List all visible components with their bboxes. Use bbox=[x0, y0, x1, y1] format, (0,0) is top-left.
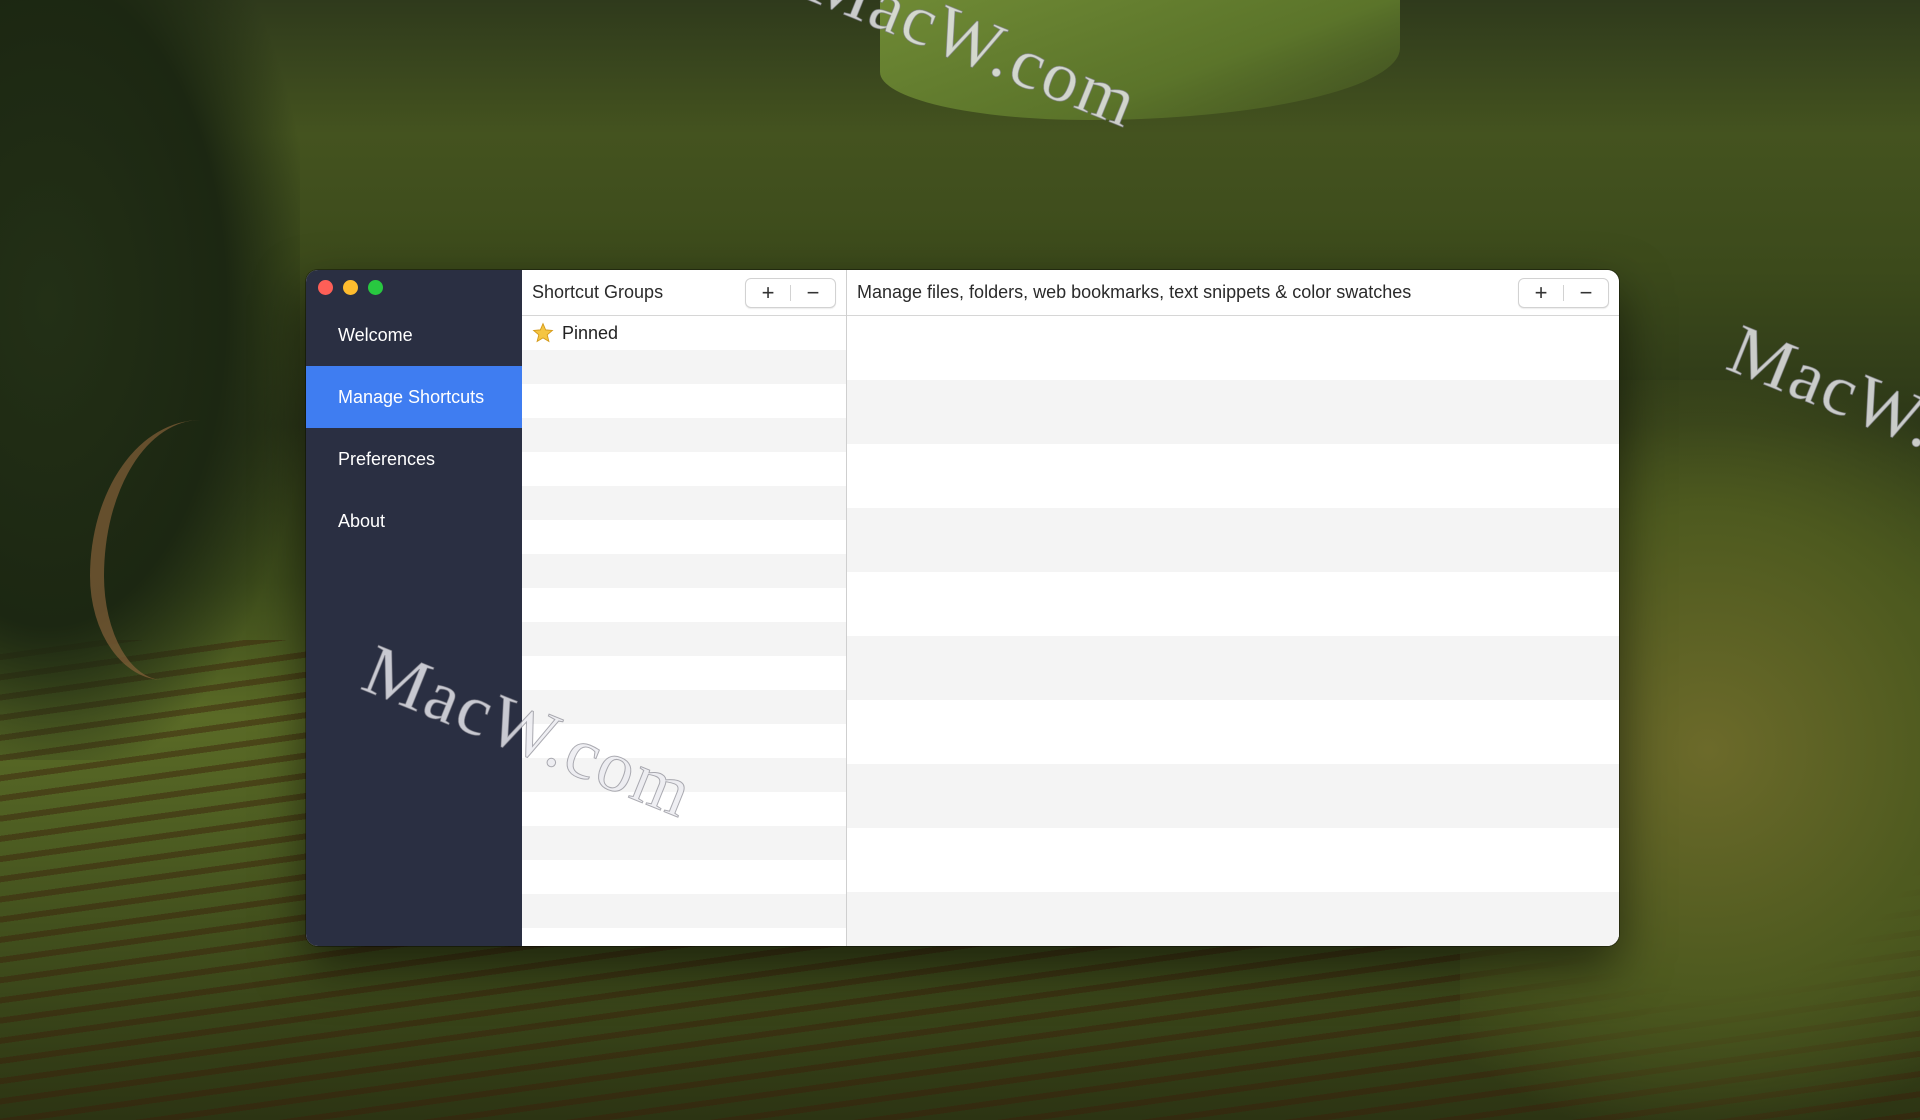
sidebar-item-welcome[interactable]: Welcome bbox=[306, 304, 522, 366]
sidebar-item-preferences[interactable]: Preferences bbox=[306, 428, 522, 490]
shortcuts-pane: Manage files, folders, web bookmarks, te… bbox=[847, 270, 1619, 946]
list-item bbox=[522, 656, 846, 690]
list-item bbox=[522, 826, 846, 860]
groups-button-pair: + − bbox=[745, 277, 836, 308]
star-icon bbox=[532, 322, 554, 343]
table-row bbox=[847, 508, 1619, 572]
table-row bbox=[847, 828, 1619, 892]
list-item bbox=[522, 486, 846, 520]
groups-list: Pinned bbox=[522, 316, 846, 946]
list-item bbox=[522, 418, 846, 452]
remove-group-button[interactable]: − bbox=[791, 279, 835, 307]
table-row bbox=[847, 380, 1619, 444]
sidebar: Welcome Manage Shortcuts Preferences Abo… bbox=[306, 270, 522, 946]
shortcuts-button-pair: + − bbox=[1518, 277, 1609, 308]
shortcut-groups-pane: Shortcut Groups + − Pinned bbox=[522, 270, 847, 946]
list-item-label: Pinned bbox=[562, 322, 619, 343]
list-item bbox=[522, 384, 846, 418]
list-item bbox=[522, 860, 846, 894]
list-item bbox=[522, 588, 846, 622]
table-row bbox=[847, 636, 1619, 700]
list-item bbox=[522, 894, 846, 928]
list-item bbox=[522, 928, 846, 946]
window-controls bbox=[318, 280, 383, 295]
table-row bbox=[847, 444, 1619, 508]
app-window: Welcome Manage Shortcuts Preferences Abo… bbox=[306, 270, 1619, 946]
remove-shortcut-button[interactable]: − bbox=[1564, 279, 1608, 307]
list-item bbox=[522, 554, 846, 588]
list-item bbox=[522, 520, 846, 554]
add-shortcut-button[interactable]: + bbox=[1519, 279, 1563, 307]
list-item bbox=[522, 452, 846, 486]
sidebar-nav: Welcome Manage Shortcuts Preferences Abo… bbox=[306, 304, 522, 552]
table-row bbox=[847, 572, 1619, 636]
sidebar-item-manage-shortcuts[interactable]: Manage Shortcuts bbox=[306, 366, 522, 428]
table-row bbox=[847, 700, 1619, 764]
shortcuts-header: Manage files, folders, web bookmarks, te… bbox=[847, 270, 1619, 316]
list-item-pinned[interactable]: Pinned bbox=[522, 316, 846, 350]
table-row bbox=[847, 764, 1619, 828]
minimize-window-button[interactable] bbox=[343, 280, 358, 295]
groups-title: Shortcut Groups bbox=[532, 282, 664, 302]
shortcuts-list bbox=[847, 316, 1619, 946]
shortcuts-title: Manage files, folders, web bookmarks, te… bbox=[857, 282, 1412, 302]
sidebar-item-about[interactable]: About bbox=[306, 490, 522, 552]
add-group-button[interactable]: + bbox=[746, 279, 790, 307]
list-item bbox=[522, 622, 846, 656]
groups-header: Shortcut Groups + − bbox=[522, 270, 846, 316]
zoom-window-button[interactable] bbox=[368, 280, 383, 295]
table-row bbox=[847, 316, 1619, 380]
table-row bbox=[847, 892, 1619, 946]
list-item bbox=[522, 350, 846, 384]
close-window-button[interactable] bbox=[318, 280, 333, 295]
